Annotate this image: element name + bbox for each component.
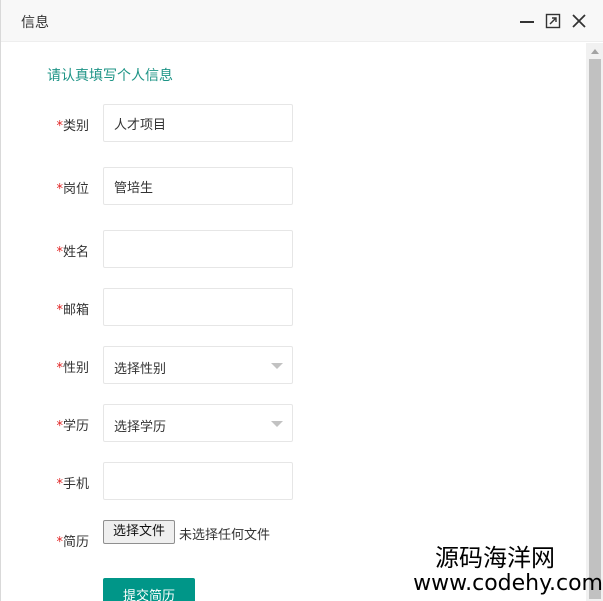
education-label-text: 学历 [62, 419, 89, 434]
name-label: *姓名 [39, 241, 89, 260]
gender-label-text: 性别 [62, 361, 89, 376]
email-input[interactable] [103, 288, 293, 326]
position-input[interactable] [103, 167, 293, 205]
gender-select-value: 选择性别 [114, 362, 167, 377]
gender-label: *性别 [39, 357, 89, 376]
minimize-button[interactable] [517, 11, 537, 31]
form-heading: 请认真填写个人信息 [47, 68, 173, 84]
phone-label: *手机 [39, 473, 89, 492]
close-icon [572, 14, 586, 28]
scroll-up-arrow-icon[interactable] [591, 49, 599, 54]
maximize-icon [545, 13, 561, 29]
submit-resume-button[interactable]: 提交简历 [103, 578, 195, 601]
education-label: *学历 [39, 415, 89, 434]
chevron-down-icon [271, 363, 283, 369]
close-button[interactable] [569, 11, 589, 31]
category-input[interactable] [103, 104, 293, 142]
info-dialog: 信息 请认真填写个人信息 *类别 人才项目 *岗位 管培生 *姓名 *邮箱 *性… [0, 0, 603, 601]
minimize-icon [520, 21, 534, 23]
watermark-title: 源码海洋网 [435, 544, 555, 572]
dialog-content: 请认真填写个人信息 *类别 *岗位 *姓名 *邮箱 *性别 选择性别 [1, 43, 586, 601]
phone-label-text: 手机 [62, 477, 89, 492]
resume-label: *简历 [39, 531, 89, 550]
name-input[interactable] [103, 230, 293, 268]
name-label-text: 姓名 [62, 245, 89, 260]
maximize-button[interactable] [543, 11, 563, 31]
category-label: *类别 [39, 115, 89, 134]
gender-select[interactable]: 选择性别 [103, 346, 293, 384]
education-select-value: 选择学历 [114, 420, 167, 435]
dialog-titlebar: 信息 [1, 0, 603, 42]
chevron-down-icon [271, 421, 283, 427]
file-status-text: 未选择任何文件 [179, 528, 271, 543]
watermark-url: www.codehy.com [413, 571, 603, 596]
watermark: 源码海洋网 www.codehy.com [398, 545, 603, 597]
resume-label-text: 简历 [62, 535, 89, 550]
position-label-text: 岗位 [62, 182, 89, 197]
phone-input[interactable] [103, 462, 293, 500]
choose-file-button[interactable]: 选择文件 [103, 520, 175, 544]
position-label: *岗位 [39, 178, 89, 197]
education-select[interactable]: 选择学历 [103, 404, 293, 442]
scroll-thumb[interactable] [589, 59, 601, 599]
dialog-title: 信息 [21, 15, 49, 31]
email-label-text: 邮箱 [62, 303, 89, 318]
category-label-text: 类别 [62, 119, 89, 134]
vertical-scrollbar[interactable] [586, 43, 603, 601]
email-label: *邮箱 [39, 299, 89, 318]
